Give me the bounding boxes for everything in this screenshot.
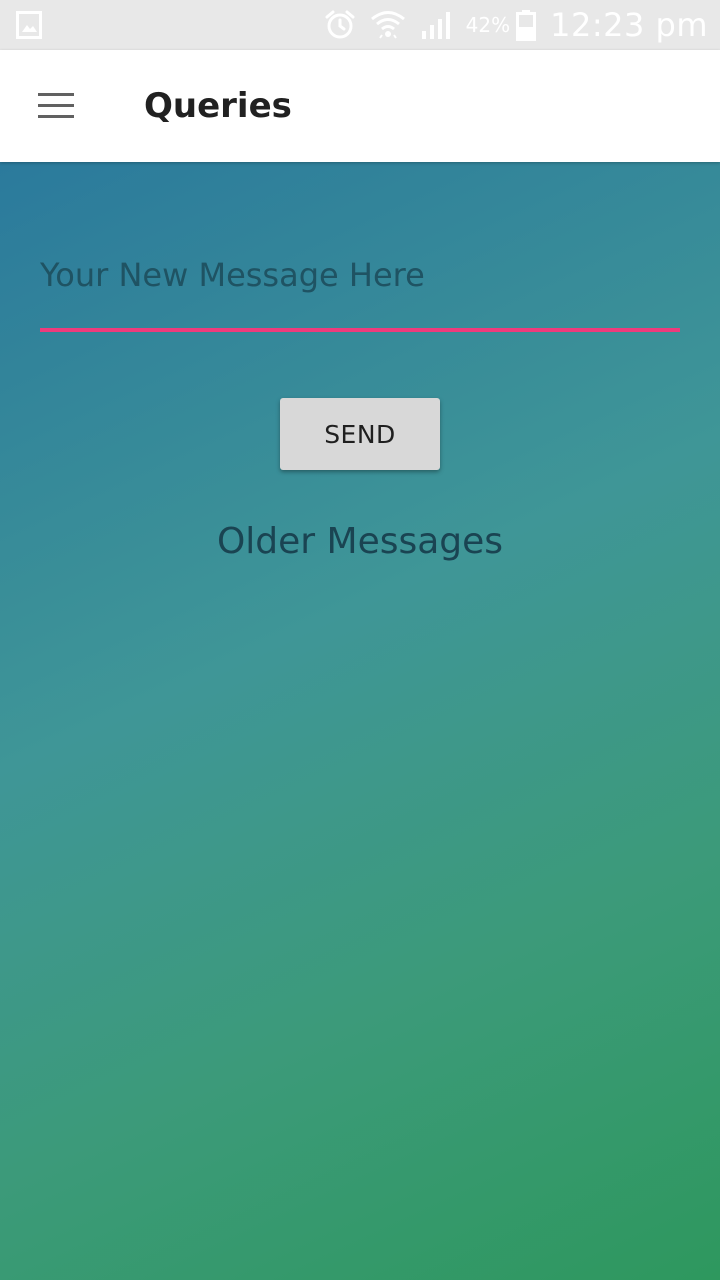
status-time: 12:23 pm bbox=[550, 6, 708, 44]
alarm-icon bbox=[325, 10, 355, 39]
send-button[interactable]: SEND bbox=[280, 398, 440, 470]
app-bar: Queries bbox=[0, 50, 720, 162]
menu-bar-top bbox=[38, 93, 74, 96]
older-messages-heading: Older Messages bbox=[216, 521, 504, 562]
queries-screen: 42% 12:23 pm Queries SEND Older Messages bbox=[0, 0, 720, 1280]
battery-percent: 42% bbox=[465, 13, 511, 37]
page-title: Queries bbox=[144, 86, 292, 126]
status-icons: 42% 12:23 pm bbox=[324, 0, 708, 50]
hamburger-menu-icon[interactable] bbox=[36, 90, 76, 120]
wifi-icon bbox=[370, 11, 405, 39]
battery-icon bbox=[516, 10, 537, 41]
image-notification-icon bbox=[16, 11, 42, 39]
new-message-input[interactable] bbox=[40, 250, 680, 332]
menu-bar-middle bbox=[38, 104, 74, 107]
signal-icon bbox=[421, 12, 450, 39]
status-bar: 42% 12:23 pm bbox=[0, 0, 720, 50]
content-area: SEND Older Messages bbox=[0, 162, 720, 1280]
menu-bar-bottom bbox=[38, 115, 74, 118]
